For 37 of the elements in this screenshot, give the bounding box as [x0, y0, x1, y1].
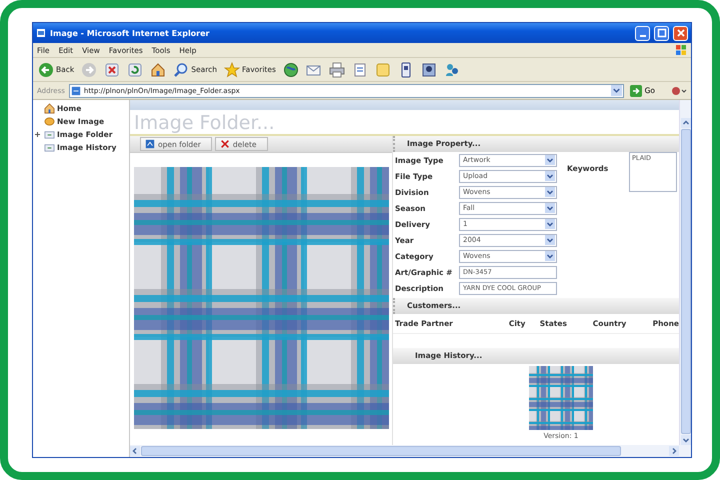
page-icon — [70, 86, 81, 96]
vertical-scrollbar[interactable] — [679, 100, 691, 445]
dropdown-icon[interactable] — [545, 203, 555, 213]
dropdown-icon[interactable] — [610, 85, 622, 96]
dropdown-icon[interactable] — [545, 235, 555, 245]
back-icon — [38, 62, 54, 78]
plaid-drawing[interactable] — [529, 366, 593, 430]
close-icon — [676, 28, 686, 38]
home-icon — [44, 103, 55, 114]
window-title: Image - Microsoft Internet Explorer — [50, 28, 210, 38]
maximize-button[interactable] — [654, 26, 669, 40]
print-button[interactable] — [326, 60, 347, 78]
scroll-up-icon[interactable] — [680, 118, 690, 128]
node-icon — [44, 129, 55, 140]
dropdown-icon[interactable] — [545, 155, 555, 165]
dropdown-icon[interactable] — [545, 251, 555, 261]
node-icon — [44, 142, 55, 153]
dropdown-icon[interactable] — [545, 187, 555, 197]
scroll-right-icon[interactable] — [669, 446, 679, 456]
scroll-down-icon[interactable] — [680, 435, 690, 445]
search-icon — [173, 62, 190, 78]
extension-icon[interactable] — [671, 84, 687, 96]
tree-expander[interactable] — [34, 131, 41, 138]
go-icon — [630, 84, 642, 96]
scroll-left-icon[interactable] — [130, 446, 140, 456]
minimize-icon — [640, 34, 646, 36]
windows-logo-icon — [675, 44, 687, 56]
maximize-icon — [656, 28, 666, 38]
star-icon — [224, 62, 240, 78]
minimize-button[interactable] — [635, 26, 650, 40]
disc-icon — [44, 116, 55, 127]
horizontal-scrollbar[interactable] — [130, 445, 691, 457]
delete-icon — [220, 139, 230, 149]
close-button[interactable] — [673, 26, 688, 40]
dropdown-icon[interactable] — [545, 171, 555, 181]
page-icon — [36, 28, 46, 38]
dropdown-icon[interactable] — [545, 219, 555, 229]
